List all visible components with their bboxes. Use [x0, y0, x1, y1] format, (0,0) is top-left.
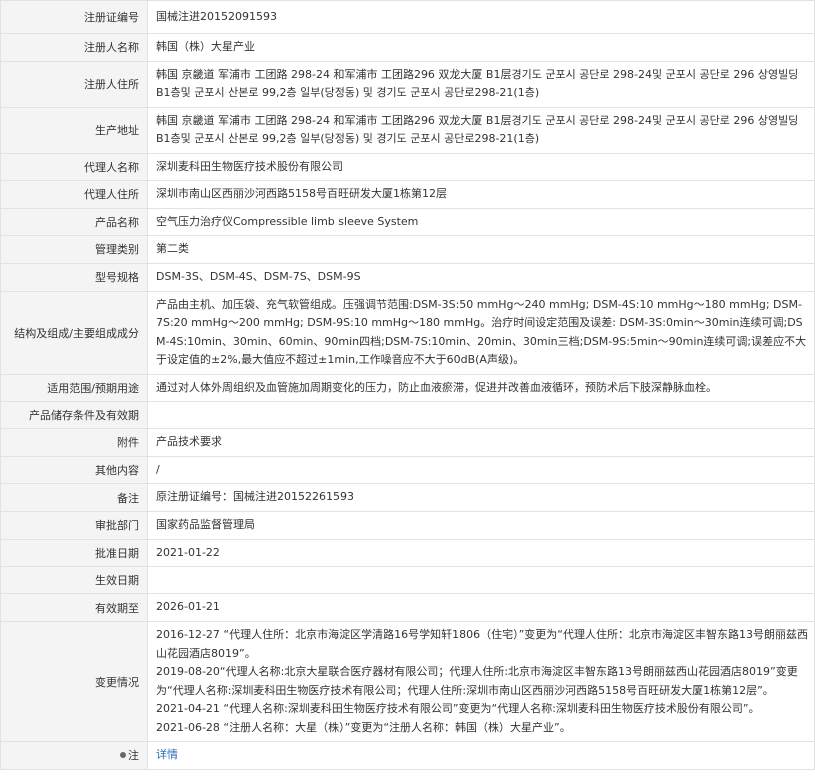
row-label: 变更情况: [0, 621, 148, 742]
row-label: 注册人名称: [0, 33, 148, 62]
agent-address: 深圳市南山区西丽沙河西路5158号百旺研发大厦1栋第12层: [147, 180, 815, 209]
remarks: 原注册证编号：国械注进20152261593: [147, 483, 815, 512]
table-row: 其他内容 /: [0, 455, 815, 484]
row-label: 注册证编号: [0, 0, 148, 34]
registration-table: 注册证编号 国械注进20152091593 注册人名称 韩国（株）大星产业 注册…: [0, 0, 815, 770]
change-entry: 2016-12-27 “代理人住所：北京市海淀区学清路16号学知轩1806（住宅…: [156, 628, 809, 660]
row-label: 附件: [0, 428, 148, 457]
row-label: 管理类别: [0, 235, 148, 264]
change-entry: 2021-06-28 “注册人名称：大星（株）”变更为“注册人名称：韩国（株）大…: [156, 720, 571, 734]
row-label: 适用范围/预期用途: [0, 373, 148, 402]
row-label: 审批部门: [0, 511, 148, 540]
production-address: 韩国 京畿道 军浦市 工团路 298-24 和军浦市 工团路296 双龙大厦 B…: [147, 106, 815, 154]
row-label: 有效期至: [0, 593, 148, 622]
table-row: 有效期至 2026-01-21: [0, 593, 815, 622]
table-row: 批准日期 2021-01-22: [0, 538, 815, 567]
table-row: 审批部门 国家药品监督管理局: [0, 511, 815, 540]
intended-use: 通过对人体外周组织及血管施加周期变化的压力，防止血液瘀滞，促进并改善血液循环，预…: [147, 373, 815, 402]
row-label: 产品名称: [0, 207, 148, 236]
table-row: 附件 产品技术要求: [0, 428, 815, 457]
row-label: 结构及组成/主要组成成分: [0, 290, 148, 375]
approval-date: 2021-01-22: [147, 538, 815, 567]
note-label: 注: [128, 749, 139, 763]
change-history: 2016-12-27 “代理人住所：北京市海淀区学清路16号学知轩1806（住宅…: [147, 621, 815, 742]
row-label: 代理人住所: [0, 180, 148, 209]
table-row: 生效日期: [0, 566, 815, 594]
other-content: /: [147, 455, 815, 484]
bulb-icon: [120, 752, 126, 759]
table-row: 注册人住所 韩国 京畿道 军浦市 工团路 298-24 和军浦市 工团路296 …: [0, 60, 815, 108]
row-label: 生效日期: [0, 566, 148, 594]
row-label: 生产地址: [0, 106, 148, 154]
table-row: 产品名称 空气压力治疗仪Compressible limb sleeve Sys…: [0, 207, 815, 236]
table-row: 生产地址 韩国 京畿道 军浦市 工团路 298-24 和军浦市 工团路296 双…: [0, 106, 815, 154]
table-row: 注册证编号 国械注进20152091593: [0, 0, 815, 34]
registrant-name: 韩国（株）大星产业: [147, 33, 815, 62]
structure-composition: 产品由主机、加压袋、充气软管组成。压强调节范围:DSM-3S:50 mmHg～2…: [147, 290, 815, 375]
row-label: 注册人住所: [0, 60, 148, 108]
table-row: 注 详情: [0, 741, 815, 770]
registration-number: 国械注进20152091593: [147, 0, 815, 34]
table-row: 注册人名称 韩国（株）大星产业: [0, 33, 815, 62]
agent-name: 深圳麦科田生物医疗技术股份有限公司: [147, 152, 815, 181]
storage-conditions: [147, 401, 815, 429]
note-cell: 详情: [147, 741, 815, 770]
row-label: 备注: [0, 483, 148, 512]
table-row: 产品储存条件及有效期: [0, 401, 815, 429]
approval-department: 国家药品监督管理局: [147, 511, 815, 540]
attachments: 产品技术要求: [147, 428, 815, 457]
table-row: 备注 原注册证编号：国械注进20152261593: [0, 483, 815, 512]
product-name: 空气压力治疗仪Compressible limb sleeve System: [147, 207, 815, 236]
table-row: 适用范围/预期用途 通过对人体外周组织及血管施加周期变化的压力，防止血液瘀滞，促…: [0, 373, 815, 402]
expiry-date: 2026-01-21: [147, 593, 815, 622]
effective-date: [147, 566, 815, 594]
table-row: 管理类别 第二类: [0, 235, 815, 264]
row-label: 代理人名称: [0, 152, 148, 181]
change-entry: 2021-04-21 “代理人名称:深圳麦科田生物医疗技术有限公司”变更为“代理…: [156, 702, 760, 715]
registrant-address: 韩国 京畿道 军浦市 工团路 298-24 和军浦市 工团路296 双龙大厦 B…: [147, 60, 815, 108]
table-row: 型号规格 DSM-3S、DSM-4S、DSM-7S、DSM-9S: [0, 262, 815, 292]
table-row: 代理人名称 深圳麦科田生物医疗技术股份有限公司: [0, 152, 815, 181]
row-label: 型号规格: [0, 262, 148, 292]
change-entry: 2019-08-20“代理人名称:北京大星联合医疗器材有限公司；代理人住所:北京…: [156, 665, 798, 697]
registration-detail: 注册证编号 国械注进20152091593 注册人名称 韩国（株）大星产业 注册…: [0, 0, 815, 770]
note-label-cell: 注: [0, 741, 148, 770]
table-row: 代理人住所 深圳市南山区西丽沙河西路5158号百旺研发大厦1栋第12层: [0, 180, 815, 209]
row-label: 产品储存条件及有效期: [0, 401, 148, 429]
table-row: 变更情况 2016-12-27 “代理人住所：北京市海淀区学清路16号学知轩18…: [0, 621, 815, 742]
model-spec: DSM-3S、DSM-4S、DSM-7S、DSM-9S: [147, 262, 815, 292]
table-row: 结构及组成/主要组成成分 产品由主机、加压袋、充气软管组成。压强调节范围:DSM…: [0, 290, 815, 375]
details-link[interactable]: 详情: [156, 748, 178, 761]
management-category: 第二类: [147, 235, 815, 264]
row-label: 批准日期: [0, 538, 148, 567]
row-label: 其他内容: [0, 455, 148, 484]
